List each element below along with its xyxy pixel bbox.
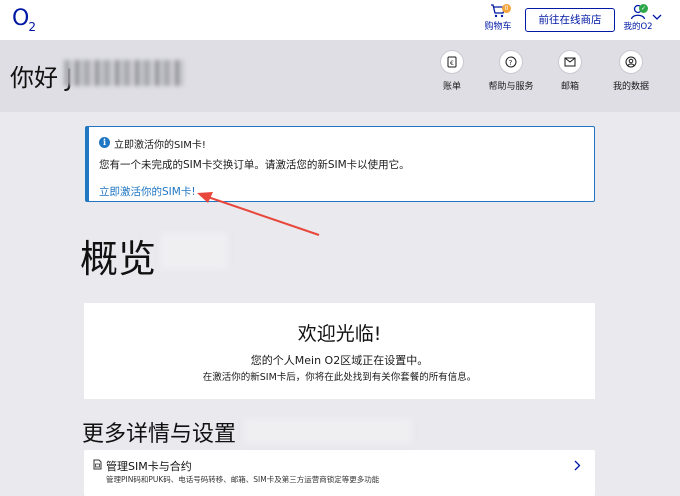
my-o2-label: 我的O2	[623, 22, 653, 32]
alert-title: 立即激活你的SIM卡!	[114, 140, 206, 151]
logo-subscript: 2	[28, 20, 36, 34]
cart-label: 购物车	[484, 22, 512, 32]
alert-body: 您有一个未完成的SIM卡交换订单。请激活您的新SIM卡以使用它。	[99, 159, 410, 171]
welcome-line-1: 您的个人Mein O2区域正在设置中。	[250, 354, 429, 367]
sim-activation-alert: i 立即激活你的SIM卡! 您有一个未完成的SIM卡交换订单。请激活您的新SIM…	[85, 126, 595, 202]
data-icon	[619, 50, 643, 74]
chevron-right-icon	[574, 460, 581, 471]
redacted-block	[160, 232, 228, 270]
welcome-card: 欢迎光临! 您的个人Mein O2区域正在设置中。 在激活你的新SIM卡后，你将…	[84, 303, 595, 399]
nav-data[interactable]: 我的数据	[607, 50, 655, 92]
help-icon: ?	[499, 50, 523, 74]
activate-sim-link[interactable]: 立即激活你的SIM卡!	[99, 184, 196, 199]
manage-sim-row[interactable]: 管理SIM卡与合约 管理PIN码和PUK码、电话号码转移、邮箱、SIM卡及第三方…	[84, 450, 595, 496]
mail-icon	[558, 50, 582, 74]
chevron-down-icon[interactable]	[652, 14, 662, 21]
sim-row-title: 管理SIM卡与合约	[106, 460, 192, 473]
nav-help[interactable]: ? 帮助与服务	[487, 50, 535, 92]
overview-title: 概览	[80, 237, 157, 281]
redacted-name	[64, 60, 184, 86]
cart-button[interactable]: 0 购物车	[482, 4, 514, 32]
redacted-block	[244, 418, 412, 444]
bill-icon: €	[440, 50, 464, 74]
nav-mail[interactable]: 邮箱	[546, 50, 594, 92]
online-shop-button[interactable]: 前往在线商店	[525, 8, 615, 32]
sim-card-icon	[93, 459, 102, 470]
o2-logo[interactable]: O2	[12, 6, 36, 34]
nav-data-label: 我的数据	[612, 82, 649, 92]
cart-count-badge: 0	[502, 4, 511, 13]
sim-row-subtitle: 管理PIN码和PUK码、电话号码转移、邮箱、SIM卡及第三方运营商锁定等更多功能	[106, 475, 380, 484]
nav-bill-label: 账单	[442, 82, 461, 92]
verified-badge: ✓	[639, 4, 648, 13]
info-icon: i	[99, 137, 110, 148]
welcome-line-2: 在激活你的新SIM卡后，你将在此处找到有关你套餐的所有信息。	[202, 372, 477, 383]
nav-mail-label: 邮箱	[560, 82, 579, 92]
welcome-title: 欢迎光临!	[297, 323, 382, 345]
nav-help-label: 帮助与服务	[488, 82, 534, 92]
svg-text:?: ?	[509, 59, 513, 67]
logo-text: O	[12, 6, 29, 31]
nav-bill[interactable]: € 账单	[428, 50, 476, 92]
top-header: O2 0 购物车 前往在线商店 ✓ 我的O2	[0, 0, 680, 40]
greeting-bar: 你好 J € 账单 ? 帮助与服务 邮箱 我的数据	[0, 40, 680, 112]
svg-text:€: €	[450, 60, 454, 67]
more-settings-title: 更多详情与设置	[82, 422, 237, 447]
